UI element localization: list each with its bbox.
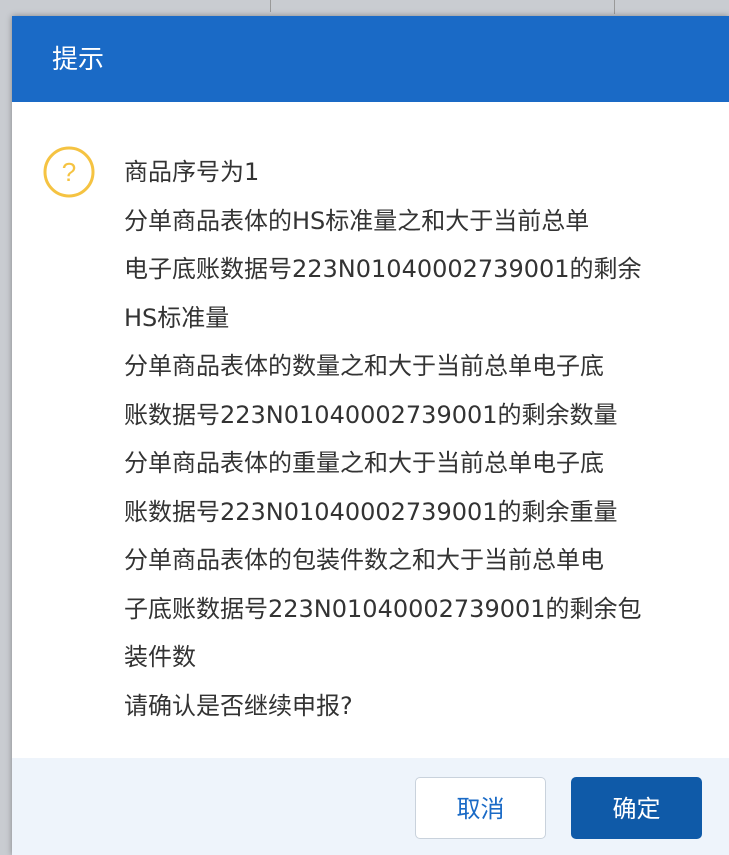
message-line: 商品序号为1 <box>124 158 260 186</box>
message-line: 子底账数据号223N01040002739001的剩余包 <box>124 594 642 623</box>
dialog-title: 提示 <box>52 45 105 75</box>
dialog-message: 商品序号为1 分单商品表体的HS标准量之和大于当前总单 电子底账数据号223N0… <box>124 148 704 730</box>
confirm-button[interactable]: 确定 <box>571 777 702 839</box>
background-divider <box>614 0 615 14</box>
dialog-footer: 取消 确定 <box>12 758 729 855</box>
message-line: 请确认是否继续申报? <box>124 691 353 720</box>
message-line: 分单商品表体的数量之和大于当前总单电子底 <box>124 352 604 380</box>
question-icon: ? <box>42 145 96 199</box>
dialog-header: 提示 <box>12 16 729 102</box>
svg-text:?: ? <box>62 157 76 187</box>
message-line: 装件数 <box>124 643 196 671</box>
message-line: 电子底账数据号223N01040002739001的剩余 <box>124 255 642 283</box>
message-line: HS标准量 <box>124 303 230 332</box>
message-line: 分单商品表体的HS标准量之和大于当前总单 <box>124 206 590 235</box>
message-line: 账数据号223N01040002739001的剩余重量 <box>124 497 618 526</box>
message-line: 账数据号223N01040002739001的剩余数量 <box>124 400 618 429</box>
background-divider <box>270 0 271 12</box>
message-line: 分单商品表体的重量之和大于当前总单电子底 <box>124 449 604 477</box>
cancel-button[interactable]: 取消 <box>415 777 546 839</box>
confirm-dialog: 提示 ? 商品序号为1 分单商品表体的HS标准量之和大于当前总单 电子底账数据号… <box>12 16 729 855</box>
message-line: 分单商品表体的包装件数之和大于当前总单电 <box>124 546 604 574</box>
